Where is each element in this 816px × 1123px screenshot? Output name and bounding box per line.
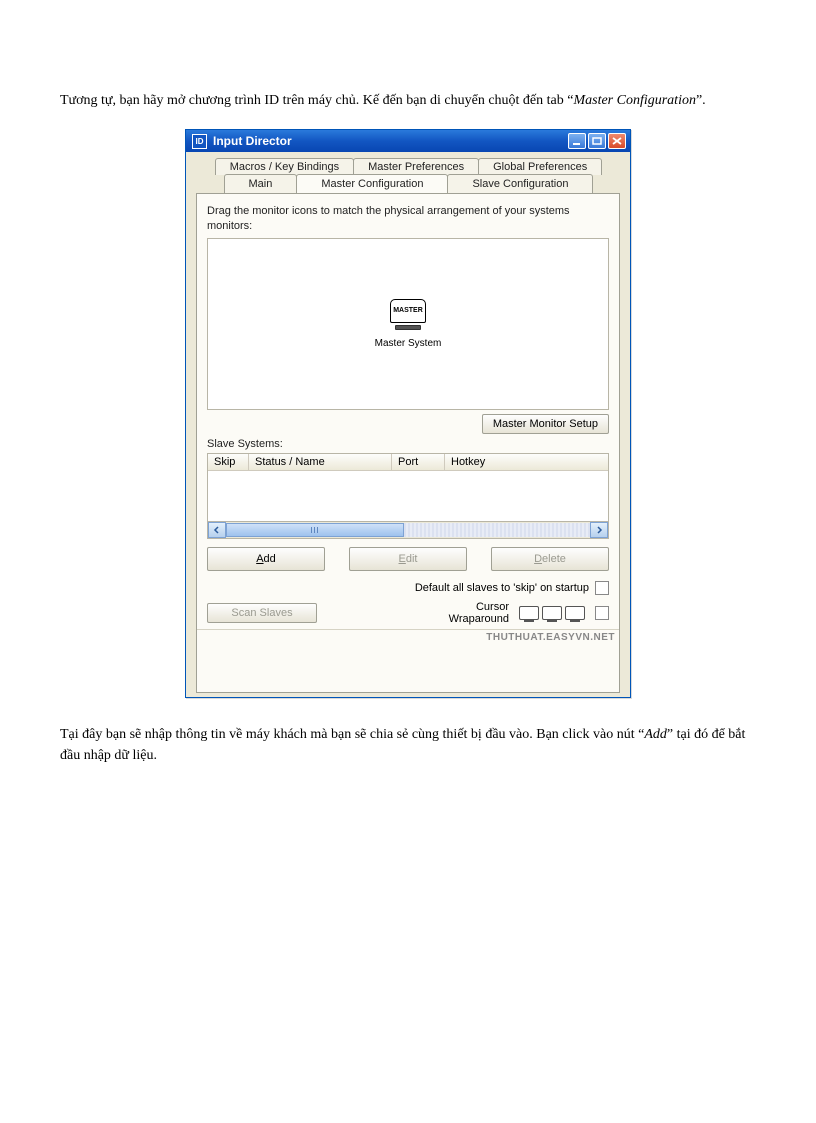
- tab-panel-master-config: Drag the monitor icons to match the phys…: [196, 193, 620, 693]
- app-window: ID Input Director Macros / Key Bindings …: [185, 129, 631, 698]
- tab-row-back: Macros / Key Bindings Master Preferences…: [196, 158, 620, 175]
- paragraph-2: Tại đây bạn sẽ nhập thông tin về máy khá…: [60, 724, 756, 766]
- para1-text-post: ”.: [696, 93, 706, 108]
- paragraph-1: Tương tự, bạn hãy mở chương trình ID trê…: [60, 90, 756, 111]
- para2-emphasis: Add: [644, 727, 667, 742]
- para2-text-pre: Tại đây bạn sẽ nhập thông tin về máy khá…: [60, 727, 644, 742]
- add-button[interactable]: Add: [207, 547, 325, 571]
- mini-monitor-icon: [519, 606, 539, 620]
- tab-strip: Macros / Key Bindings Master Preferences…: [196, 158, 620, 693]
- edit-button[interactable]: Edit: [349, 547, 467, 571]
- slave-action-buttons: Add Edit Delete: [207, 547, 609, 571]
- para1-emphasis: Master Configuration: [573, 93, 696, 108]
- para1-text-pre: Tương tự, bạn hãy mở chương trình ID trê…: [60, 93, 573, 108]
- col-port[interactable]: Port: [392, 454, 445, 470]
- tab-master-config[interactable]: Master Configuration: [296, 174, 448, 193]
- cursor-wraparound-checkbox[interactable]: [595, 606, 609, 620]
- col-skip[interactable]: Skip: [208, 454, 249, 470]
- master-monitor-setup-button[interactable]: Master Monitor Setup: [482, 414, 609, 434]
- tab-row-front: Main Master Configuration Slave Configur…: [196, 174, 620, 193]
- table-header: Skip Status / Name Port Hotkey: [208, 454, 608, 471]
- monitor-stand-icon: [395, 325, 421, 330]
- bottom-row: Scan Slaves Cursor Wraparound: [207, 601, 609, 625]
- mini-monitor-icon: [565, 606, 585, 620]
- tab-macros[interactable]: Macros / Key Bindings: [215, 158, 354, 175]
- default-skip-row: Default all slaves to 'skip' on startup: [207, 581, 609, 595]
- monitor-caption: Master System: [375, 338, 442, 349]
- table-body-empty: [208, 471, 608, 521]
- tab-main[interactable]: Main: [224, 174, 298, 193]
- master-monitor-icon[interactable]: MASTER Master System: [375, 299, 442, 349]
- monitor-screen-label: MASTER: [390, 299, 426, 323]
- app-icon: ID: [192, 134, 207, 149]
- scan-slaves-button[interactable]: Scan Slaves: [207, 603, 317, 623]
- cursor-wraparound-label: Cursor Wraparound: [449, 601, 509, 625]
- maximize-button[interactable]: [588, 133, 606, 149]
- minimize-button[interactable]: [568, 133, 586, 149]
- monitor-arrangement-area[interactable]: MASTER Master System: [207, 238, 609, 410]
- scroll-left-button[interactable]: [208, 522, 226, 538]
- delete-button[interactable]: Delete: [491, 547, 609, 571]
- scroll-track[interactable]: [226, 523, 590, 537]
- mini-monitor-icon: [542, 606, 562, 620]
- slave-systems-table[interactable]: Skip Status / Name Port Hotkey: [207, 453, 609, 522]
- scroll-right-button[interactable]: [590, 522, 608, 538]
- document-page: Tương tự, bạn hãy mở chương trình ID trê…: [0, 0, 816, 766]
- tab-master-prefs[interactable]: Master Preferences: [353, 158, 479, 175]
- watermark-text: THUTHUAT.EASYVN.NET: [197, 629, 619, 643]
- drag-instructions: Drag the monitor icons to match the phys…: [207, 204, 609, 234]
- window-title: Input Director: [213, 134, 568, 148]
- titlebar[interactable]: ID Input Director: [186, 130, 630, 152]
- window-controls: [568, 133, 626, 149]
- horizontal-scrollbar[interactable]: [207, 522, 609, 539]
- window-body: Macros / Key Bindings Master Preferences…: [186, 152, 630, 697]
- tab-slave-config[interactable]: Slave Configuration: [447, 174, 593, 193]
- col-hotkey[interactable]: Hotkey: [445, 454, 608, 470]
- scroll-thumb[interactable]: [226, 523, 404, 537]
- close-button[interactable]: [608, 133, 626, 149]
- default-skip-label: Default all slaves to 'skip' on startup: [415, 582, 589, 594]
- slave-systems-label: Slave Systems:: [207, 438, 609, 450]
- col-status-name[interactable]: Status / Name: [249, 454, 392, 470]
- default-skip-checkbox[interactable]: [595, 581, 609, 595]
- wraparound-icon-group: [519, 606, 585, 620]
- tab-global-prefs[interactable]: Global Preferences: [478, 158, 602, 175]
